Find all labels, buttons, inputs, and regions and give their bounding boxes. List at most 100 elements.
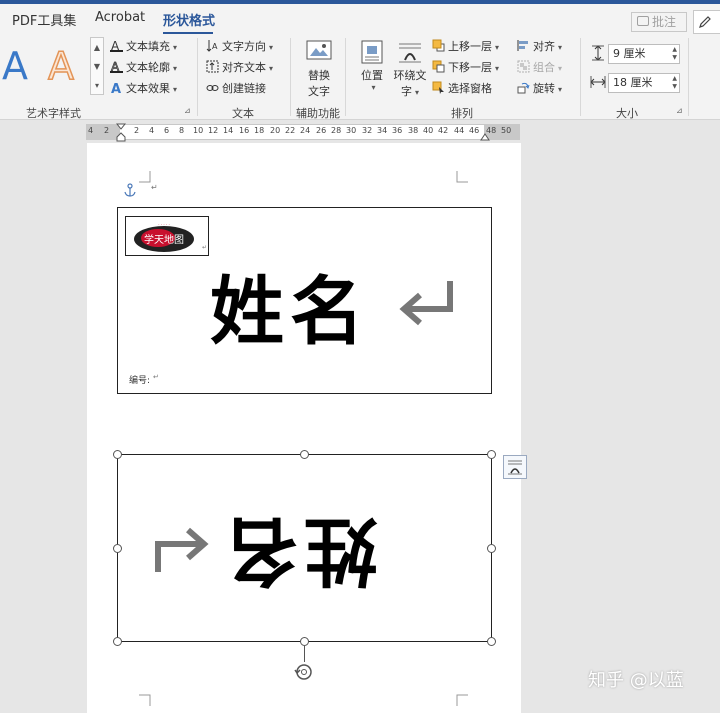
chevron-down-icon: ▾ xyxy=(173,64,178,73)
comment-button[interactable]: 批注 xyxy=(631,12,687,32)
margin-corner-mark xyxy=(139,171,151,183)
shape-height-input[interactable]: 9 厘米 ▲ ▼ xyxy=(608,44,680,64)
group-objects-button[interactable]: 组合 ▾ xyxy=(517,59,562,75)
logo-text: 学天地图 xyxy=(144,233,184,246)
send-backward-icon xyxy=(432,60,445,73)
paragraph-mark: ↵ xyxy=(153,373,159,381)
chevron-down-icon: ▾ xyxy=(269,64,274,73)
align-text-icon xyxy=(206,60,219,73)
send-backward-button[interactable]: 下移一层 ▾ xyxy=(432,59,499,75)
paragraph-mark: ↵ xyxy=(202,244,208,251)
wordart-style-blue[interactable]: A xyxy=(2,44,28,88)
ruler-number: 26 xyxy=(316,126,327,135)
margin-corner-mark xyxy=(139,694,151,706)
share-button[interactable] xyxy=(693,10,720,34)
bring-forward-button[interactable]: 上移一层 ▾ xyxy=(432,38,499,54)
right-indent-marker-icon[interactable] xyxy=(480,131,490,141)
group-objects-icon xyxy=(517,60,530,73)
gallery-up-icon[interactable]: ▲ xyxy=(91,38,103,57)
chevron-down-icon: ▾ xyxy=(558,64,563,73)
horizontal-ruler[interactable]: 4 2 2 4 6 8 10 12 14 16 18 20 22 24 26 2… xyxy=(86,123,520,143)
link-icon xyxy=(206,85,219,91)
ribbon-panel: A A ▲ ▼ ▾ A 文本填充 ▾ A 文本轮廓 ▾ A 文本效果 ▾ 艺术字样式 ⊿ A… xyxy=(0,34,720,120)
text-outline-button[interactable]: A 文本轮廓 ▾ xyxy=(110,59,177,75)
align-button[interactable]: 对齐 ▾ xyxy=(517,38,562,54)
dialog-launcher-icon[interactable]: ⊿ xyxy=(676,106,683,115)
wrap-text-icon xyxy=(399,43,421,63)
text-direction-button[interactable]: A 文字方向 ▾ xyxy=(206,38,273,54)
text-effects-button[interactable]: A 文本效果 ▾ xyxy=(110,80,177,96)
selection-pane-button[interactable]: 选择窗格 xyxy=(432,80,492,96)
text-fill-icon: A xyxy=(110,39,123,52)
tab-shape-format[interactable]: 形状格式 xyxy=(163,10,215,29)
group-separator xyxy=(688,38,689,116)
paragraph-mark: ↵ xyxy=(151,183,158,192)
position-button[interactable]: 位置 ▾ xyxy=(355,40,389,92)
resize-handle-bottom[interactable] xyxy=(300,637,309,646)
shape-height-icon xyxy=(592,45,604,61)
svg-text:· · · · ·: · · · · · xyxy=(158,222,169,227)
ruler-number: 6 xyxy=(164,126,170,135)
spinner-icon[interactable]: ▲ ▼ xyxy=(672,46,677,62)
resize-handle-top-left[interactable] xyxy=(113,450,122,459)
ruler-number: 28 xyxy=(331,126,342,135)
chevron-down-icon: ▾ xyxy=(173,85,178,94)
layout-options-icon xyxy=(508,460,522,475)
alt-text-button[interactable]: 替换 文字 xyxy=(298,40,340,99)
tab-acrobat[interactable]: Acrobat xyxy=(95,10,145,25)
pen-icon xyxy=(699,16,711,28)
create-link-button[interactable]: 创建链接 xyxy=(206,80,266,96)
text-outline-icon: A xyxy=(110,60,123,73)
group-label-arrange: 排列 xyxy=(451,107,473,120)
resize-handle-right[interactable] xyxy=(487,544,496,553)
indent-marker-icon[interactable] xyxy=(116,123,126,143)
ruler-number: 10 xyxy=(193,126,204,135)
bring-forward-icon xyxy=(432,39,445,52)
layout-options-button[interactable] xyxy=(503,455,527,479)
ruler-number: 30 xyxy=(346,126,357,135)
ruler-number: 20 xyxy=(270,126,281,135)
wordart-style-orange-outline[interactable]: A xyxy=(47,43,75,89)
align-text-button[interactable]: 对齐文本 ▾ xyxy=(206,59,273,75)
margin-corner-mark xyxy=(456,694,468,706)
ruler-number: 42 xyxy=(438,126,449,135)
rotated-name-text[interactable]: 姓名 xyxy=(218,503,378,610)
group-label-accessibility: 辅助功能 xyxy=(296,107,340,120)
spinner-icon[interactable]: ▲ ▼ xyxy=(672,75,677,91)
group-separator xyxy=(345,38,346,116)
rotate-handle-icon[interactable] xyxy=(293,661,315,683)
chevron-down-icon: ▾ xyxy=(558,43,563,52)
watermark-text: 知乎 @以蓝 xyxy=(588,670,684,691)
dialog-launcher-icon[interactable]: ⊿ xyxy=(184,106,191,115)
gallery-down-icon[interactable]: ▼ xyxy=(91,57,103,76)
ruler-number: 8 xyxy=(179,126,185,135)
chevron-down-icon: ▾ xyxy=(414,88,419,97)
margin-corner-mark xyxy=(456,171,468,183)
svg-text:A: A xyxy=(111,82,121,94)
ruler-number: 4 xyxy=(149,126,155,135)
text-direction-icon: A xyxy=(206,40,218,52)
text-fill-button[interactable]: A 文本填充 ▾ xyxy=(110,38,177,54)
rotation-handle-stem xyxy=(304,646,305,662)
gallery-more-icon[interactable]: ▾ xyxy=(91,76,103,95)
resize-handle-top-right[interactable] xyxy=(487,450,496,459)
resize-handle-top[interactable] xyxy=(300,450,309,459)
wordart-gallery-scroll[interactable]: ▲ ▼ ▾ xyxy=(90,37,104,95)
resize-handle-left[interactable] xyxy=(113,544,122,553)
name-text[interactable]: 姓名 xyxy=(210,252,370,359)
shape-width-input[interactable]: 18 厘米 ▲ ▼ xyxy=(608,73,680,93)
ruler-number: 32 xyxy=(362,126,373,135)
chevron-down-icon: ▾ xyxy=(269,43,274,52)
selection-pane-icon xyxy=(432,81,444,94)
number-label: 编号: xyxy=(129,376,151,386)
resize-handle-bottom-left[interactable] xyxy=(113,637,122,646)
resize-handle-bottom-right[interactable] xyxy=(487,637,496,646)
group-label-wordart: 艺术字样式 xyxy=(26,107,81,120)
wrap-text-button[interactable]: 环绕文 字 ▾ xyxy=(390,40,430,99)
tab-pdf-tools[interactable]: PDF工具集 xyxy=(12,10,76,29)
anchor-icon[interactable] xyxy=(123,183,137,197)
comment-button-label: 批注 xyxy=(652,15,677,29)
rotate-button[interactable]: 旋转 ▾ xyxy=(517,80,562,96)
chevron-down-icon: ▾ xyxy=(495,64,500,73)
ruler-number: 12 xyxy=(208,126,219,135)
